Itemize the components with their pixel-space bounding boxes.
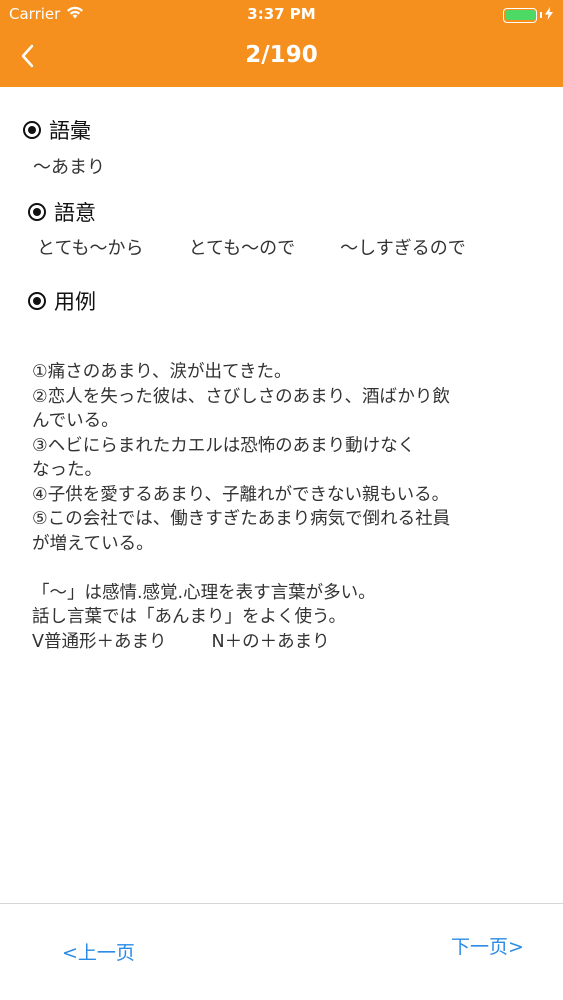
pattern-item: V普通形＋あまり <box>32 631 167 652</box>
vocab-heading: 語彙 <box>23 115 91 145</box>
vocab-word: ～あまり <box>33 157 105 178</box>
meaning-item: ～しすぎるので <box>340 238 466 259</box>
battery-icon <box>503 7 537 23</box>
example-line: ①痛さのあまり、涙が出てきた。 <box>32 362 292 382</box>
battery-indicator <box>503 6 553 24</box>
radio-bullet-icon <box>28 203 46 221</box>
example-line: んでいる。 <box>32 411 119 431</box>
usage-note: 話し言葉では「あんまり」をよく使う。 <box>32 607 346 627</box>
example-heading-label: 用例 <box>54 290 96 314</box>
meaning-heading: 語意 <box>28 197 96 227</box>
example-line: なった。 <box>32 460 102 480</box>
example-text: ①痛さのあまり、涙が出てきた。 ②恋人を失った彼は、さびしさのあまり、酒ばかり飲… <box>32 360 552 654</box>
radio-bullet-icon <box>23 121 41 139</box>
pattern-item: N＋の＋あまり <box>211 631 330 652</box>
footer-divider <box>0 903 563 904</box>
example-line: ③ヘビにらまれたカエルは恐怖のあまり動けなく <box>32 435 416 456</box>
status-time: 3:37 PM <box>247 5 316 23</box>
vocab-heading-label: 語彙 <box>49 119 91 143</box>
meaning-heading-label: 語意 <box>54 201 96 225</box>
page-counter-title: 2/190 <box>245 42 318 68</box>
meaning-item: とても～から <box>37 238 144 259</box>
header-bar: Carrier 3:37 PM 2/190 <box>0 0 563 87</box>
example-line: が増えている。 <box>32 533 154 554</box>
radio-bullet-icon <box>28 292 46 310</box>
example-line: ②恋人を失った彼は、さびしさのあまり、酒ばかり飲 <box>32 386 450 407</box>
example-line: ④子供を愛するあまり、子離れができない親もいる。 <box>32 484 450 505</box>
prev-page-button[interactable]: <上一页 <box>62 938 135 965</box>
grammar-pattern: V普通形＋あまり N＋の＋あまり <box>32 630 552 655</box>
usage-note: 「～」は感情.感覚.心理を表す言葉が多い。 <box>32 582 376 603</box>
example-heading: 用例 <box>28 286 96 316</box>
next-page-button[interactable]: 下一页> <box>451 932 524 959</box>
meaning-item: とても～ので <box>188 238 296 259</box>
nav-bar: 2/190 <box>0 30 563 87</box>
example-line: ⑤この会社では、働きすぎたあまり病気で倒れる社員 <box>32 509 451 529</box>
meaning-list: とても～から とても～ので ～しすぎるので <box>37 234 466 260</box>
charging-bolt-icon <box>545 6 553 24</box>
status-bar: Carrier 3:37 PM <box>0 0 563 30</box>
